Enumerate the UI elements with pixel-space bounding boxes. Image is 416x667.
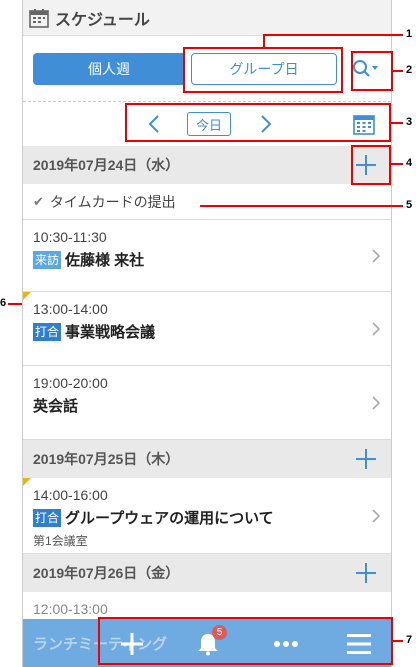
calendar-app-icon [29, 8, 49, 28]
event-time: 19:00-20:00 [33, 375, 108, 391]
chevron-right-icon [372, 248, 381, 263]
date-header: 2019年07月25日（木） [23, 440, 391, 478]
todo-label: タイムカードの提出 [49, 193, 176, 210]
date-header: 2019年07月24日（水） [23, 146, 391, 184]
event-title: 事業戦略会議 [65, 324, 156, 341]
callout-line-6 [8, 303, 22, 305]
callout-box-2 [351, 51, 393, 91]
check-icon: ✔ [33, 193, 44, 209]
event-location: 第1会議室 [33, 534, 88, 548]
event-title: グループウェアの運用について [65, 510, 274, 527]
date-label: 2019年07月26日（金） [33, 565, 180, 581]
date-label: 2019年07月25日（木） [33, 451, 180, 467]
flag-marker [23, 478, 31, 486]
flag-marker [23, 292, 31, 300]
event-time: 12:00-13:00 [33, 601, 108, 617]
callout-box-4 [351, 145, 391, 185]
callout-line-2 [393, 70, 403, 72]
event-badge: 打合 [33, 322, 62, 341]
add-schedule-icon[interactable] [355, 562, 377, 584]
callout-line-1h [263, 34, 403, 36]
chevron-right-icon [372, 508, 381, 523]
callout-number-6: 6 [0, 297, 7, 309]
callout-number-7: 7 [406, 634, 413, 646]
callout-box-3 [125, 103, 391, 142]
callout-number-1: 1 [406, 28, 413, 40]
event-title: 英会話 [33, 398, 79, 415]
app-title: スケジュール [55, 11, 150, 29]
callout-line-3 [391, 122, 403, 124]
callout-number-4: 4 [406, 157, 413, 169]
callout-line-5 [200, 205, 403, 207]
callout-box-7 [98, 617, 393, 665]
callout-box-1 [183, 47, 343, 93]
chevron-right-icon [372, 321, 381, 336]
date-header: 2019年07月26日（金） [23, 554, 391, 592]
event-title: 佐藤様 来社 [65, 252, 145, 269]
callout-number-3: 3 [406, 116, 413, 128]
date-label: 2019年07月24日（水） [33, 157, 180, 173]
list-item[interactable]: 19:00-20:00 英会話 [23, 366, 391, 440]
list-item[interactable]: 13:00-14:00 打合 事業戦略会議 [23, 292, 391, 366]
tab-personal-week[interactable]: 個人週 [33, 52, 185, 85]
event-time: 14:00-16:00 [33, 487, 108, 503]
list-item[interactable]: 10:30-11:30 来訪 佐藤様 来社 [23, 220, 391, 292]
list-item[interactable]: 14:00-16:00 打合 グループウェアの運用について 第1会議室 [23, 478, 391, 554]
callout-number-2: 2 [406, 64, 413, 76]
event-badge: 打合 [33, 508, 62, 527]
callout-line-4 [391, 163, 403, 165]
event-time: 13:00-14:00 [33, 301, 108, 317]
app-header: スケジュール [23, 0, 391, 36]
todo-timecard[interactable]: ✔ タイムカードの提出 [23, 184, 391, 220]
callout-line-7 [393, 640, 403, 642]
phone-screen: スケジュール 個人週 グループ日 今日 2019年07月24日（水） ✔ タイム… [22, 0, 392, 667]
event-badge: 来訪 [33, 250, 62, 269]
chevron-right-icon [372, 395, 381, 410]
callout-number-5: 5 [406, 199, 413, 211]
event-time: 10:30-11:30 [33, 229, 107, 245]
add-schedule-icon[interactable] [355, 448, 377, 470]
